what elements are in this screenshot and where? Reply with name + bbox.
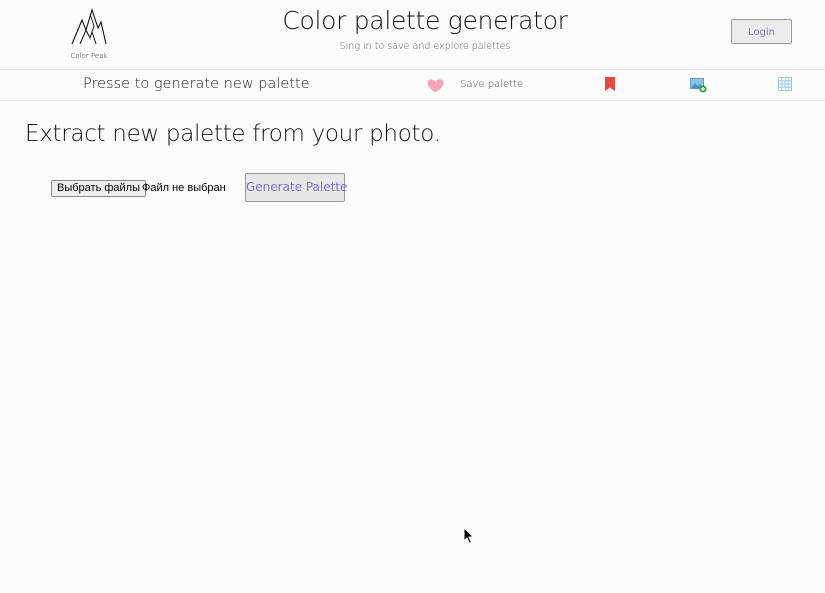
toolbar: Presse to generate new palette Save pale…	[0, 70, 825, 101]
add-image-icon[interactable]	[690, 78, 707, 93]
login-button[interactable]: Login	[731, 19, 792, 44]
header: Color Peak Color palette generator Sing …	[0, 0, 825, 70]
choose-file-button[interactable]: Выбрать файлы	[51, 180, 146, 197]
grid-icon[interactable]	[778, 77, 792, 91]
mouse-cursor-icon	[463, 527, 475, 545]
page-subtitle: Sing in to save and explore palettes	[339, 41, 511, 52]
generate-palette-button[interactable]: Generate Palette	[245, 173, 347, 202]
bookmark-icon[interactable]	[605, 77, 615, 91]
generate-hint: Presse to generate new palette	[83, 76, 310, 92]
page-title: Color palette generator	[282, 6, 568, 35]
heart-icon[interactable]	[427, 79, 444, 93]
extract-heading: Extract new palette from your photo.	[25, 121, 441, 147]
logo[interactable]: Color Peak	[64, 8, 114, 64]
save-palette-label[interactable]: Save palette	[460, 79, 523, 90]
logo-text: Color Peak	[70, 52, 108, 60]
file-status: Файл не выбран	[142, 182, 226, 194]
mountain-logo-icon	[71, 8, 107, 45]
